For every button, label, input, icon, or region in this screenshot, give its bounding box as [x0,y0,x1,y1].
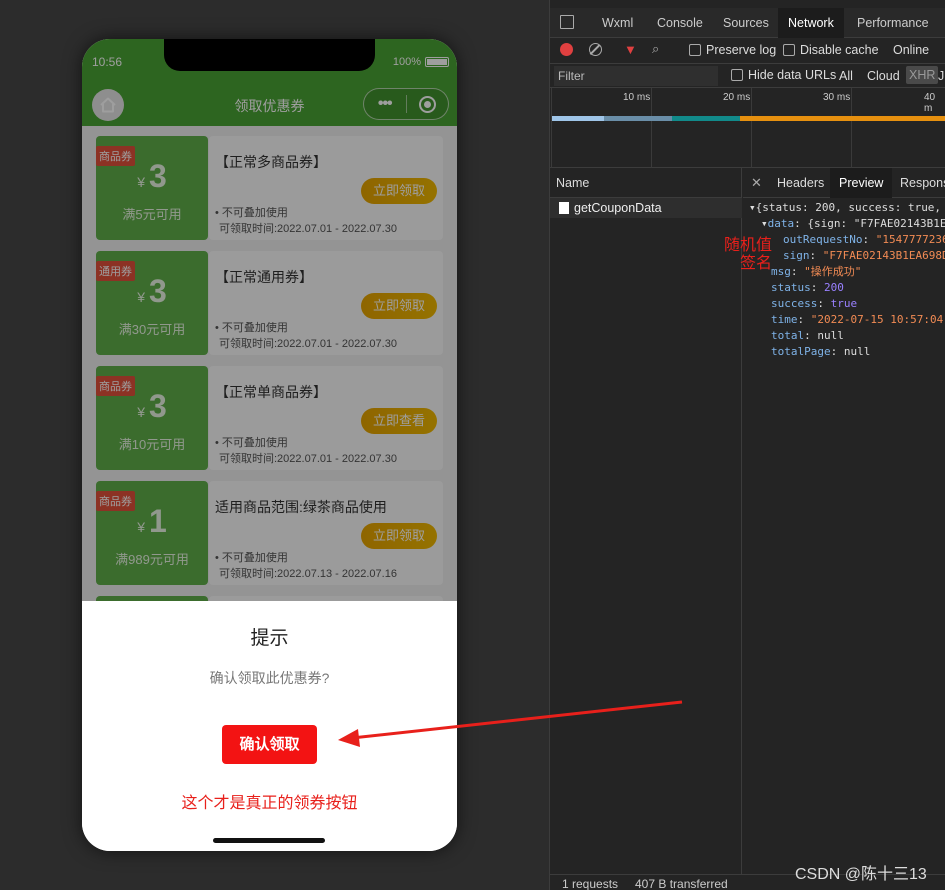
timeline-tick: 40 m [924,92,936,114]
json-value: : {sign: "F7FAE02143B1E [794,217,945,230]
filter-input[interactable]: Filter [554,66,718,86]
type-all-button[interactable]: All [839,69,853,83]
checkbox-icon [731,69,743,81]
disable-cache-checkbox[interactable]: Disable cache [783,43,879,57]
record-button[interactable] [560,43,573,56]
json-line: total: null [771,329,844,342]
json-key: totalPage [771,345,831,358]
json-line: status: 200 [771,281,844,294]
tab-headers[interactable]: Headers [777,168,824,198]
json-value: "1547777236 [875,233,945,246]
timeline-gridline [551,88,552,168]
checkbox-icon [783,44,795,56]
name-column-header[interactable]: Name [550,168,742,198]
timeline-bar [604,116,672,121]
json-key: status [771,281,811,294]
json-key: data [767,217,795,230]
tab-console[interactable]: Console [657,8,703,38]
devtools-panel: Wxml Console Sources Network Performance… [549,0,945,890]
json-value: "操作成功" [804,265,862,278]
throttle-select[interactable]: Online [893,43,929,57]
json-value: true [830,297,858,310]
json-line: success: true [771,297,858,310]
hide-data-urls-label: Hide data URLs [748,68,837,82]
json-line: sign: "F7FAE02143B1EA698D [783,248,945,264]
tab-performance[interactable]: Performance [857,8,929,38]
timeline-bar [672,116,740,121]
tab-response[interactable]: Response [900,168,945,198]
timeline-tick: 30 ms [823,92,851,103]
home-indicator [213,838,325,843]
json-value: null [817,329,844,342]
json-value: "2022-07-15 10:57:04" [810,313,945,326]
clear-icon[interactable] [589,43,602,56]
timeline-gridline [851,88,852,168]
document-icon [559,202,569,214]
expand-triangle-icon: ▾ [749,201,756,214]
detail-tabs: ✕ Headers Preview Response [743,168,945,198]
timeline-bar [552,116,604,121]
annotation-text: 这个才是真正的领券按钮 [181,795,358,812]
json-line: totalPage: null [771,345,871,358]
devtools-tabs: Wxml Console Sources Network Performance [550,8,945,38]
confirm-claim-button[interactable]: 确认领取 [222,725,317,764]
inspect-icon[interactable] [560,15,574,29]
json-data-line[interactable]: ▾data: {sign: "F7FAE02143B1E [761,216,945,232]
disable-cache-label: Disable cache [800,43,879,57]
type-xhr-button[interactable]: XHR [906,66,939,84]
tab-wxml[interactable]: Wxml [602,8,633,38]
timeline-bar [740,116,945,121]
phone-frame: 10:56 100% 领取优惠券 ••• 商品券 ¥ 3 满5元可用 【正常多商… [82,39,457,851]
request-row[interactable]: getCouponData [550,198,742,218]
preserve-log-checkbox[interactable]: Preserve log [689,43,776,57]
json-key: msg [771,265,791,278]
filter-bar: Filter Hide data URLs All Cloud XHR J [550,64,945,88]
type-js-button[interactable]: J [938,69,944,83]
request-count: 1 requests [562,877,619,890]
tab-sources[interactable]: Sources [723,8,769,38]
network-toolbar: ▼ ⌕ Preserve log Disable cache Online [550,38,945,64]
search-icon[interactable]: ⌕ [652,41,659,57]
json-key: time [771,313,798,326]
json-preview: ▾{status: 200, success: true, ▾data: {si… [743,200,945,380]
type-cloud-button[interactable]: Cloud [867,69,900,83]
dialog-title: 提示 [250,628,289,649]
json-value: "F7FAE02143B1EA698D [822,249,945,262]
tab-network[interactable]: Network [778,8,844,38]
tab-preview[interactable]: Preview [830,168,893,198]
dialog-content: 确认领取此优惠券? [209,670,330,686]
timeline-gridline [651,88,652,168]
json-line: time: "2022-07-15 10:57:04" [771,312,945,328]
json-key: success [771,297,818,310]
annotation-sign: 签名 [740,255,773,272]
watermark: CSDN @陈十三13 [795,866,927,883]
timeline-tick: 20 ms [723,92,751,103]
json-key: sign [783,249,810,262]
json-value: 200 [824,281,844,294]
json-key: total [771,329,805,342]
json-line: msg: "操作成功" [771,265,862,278]
timeline-gridline [751,88,752,168]
expand-triangle-icon: ▾ [761,217,768,230]
modal-overlay[interactable] [82,39,457,601]
timeline-tick: 10 ms [623,92,651,103]
simulator-pane: 10:56 100% 领取优惠券 ••• 商品券 ¥ 3 满5元可用 【正常多商… [0,0,549,890]
network-timeline: 10 ms 20 ms 30 ms 40 m [550,88,945,168]
confirm-dialog: 提示 确认领取此优惠券? 确认领取 这个才是真正的领券按钮 [82,601,457,851]
json-key: outRequestNo [783,233,863,246]
json-root: {status: 200, success: true, [755,201,942,214]
json-line: outRequestNo: "1547777236 [783,232,945,248]
preserve-log-label: Preserve log [706,43,777,57]
request-list: Name getCouponData [550,168,742,874]
json-value: null [843,345,871,358]
transfer-size: 407 B transferred [635,877,728,890]
request-detail: ✕ Headers Preview Response ▾{status: 200… [743,168,945,874]
request-name: getCouponData [574,201,662,215]
hide-data-urls-checkbox[interactable]: Hide data URLs [731,68,836,82]
filter-icon[interactable]: ▼ [624,42,637,57]
json-root-line[interactable]: ▾{status: 200, success: true, [749,200,941,216]
checkbox-icon [689,44,701,56]
close-icon[interactable]: ✕ [751,175,762,191]
requests-panel: Name getCouponData ✕ Headers Preview Res… [550,168,945,890]
